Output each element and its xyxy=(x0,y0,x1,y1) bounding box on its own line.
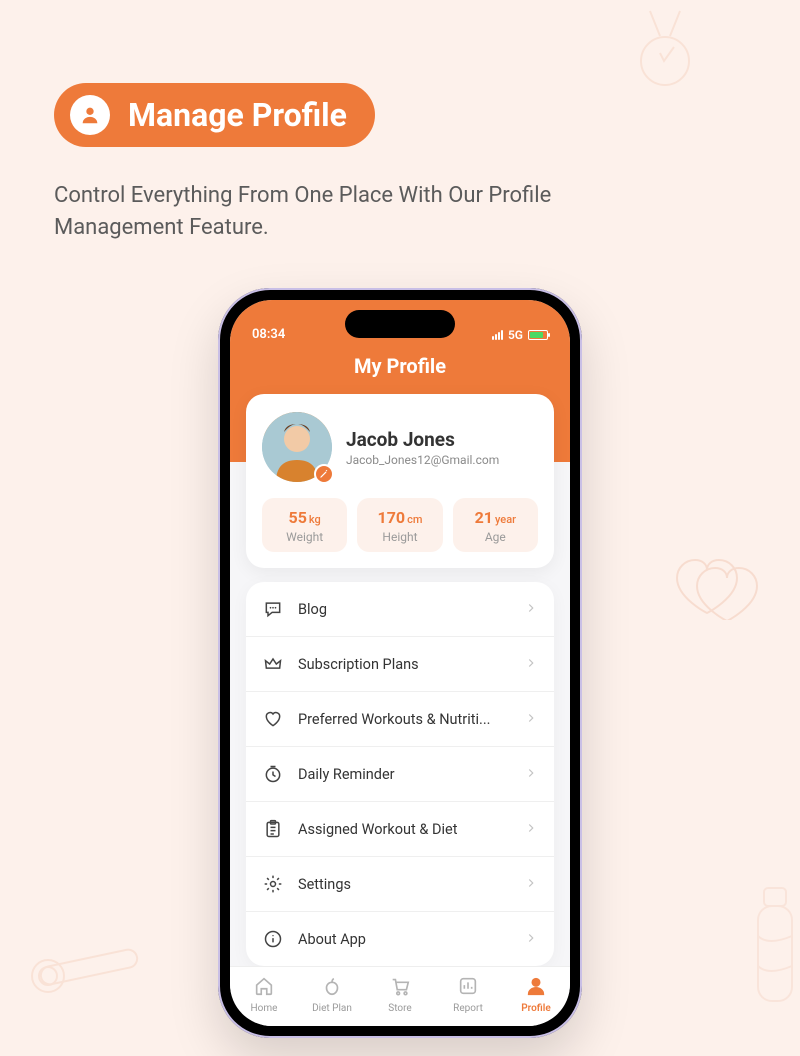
signal-icon xyxy=(492,330,503,340)
heart-icon xyxy=(262,708,284,730)
bottle-deco-icon xyxy=(730,876,800,1016)
profile-menu: Blog Subscription Plans Preferred Workouts… xyxy=(246,582,554,966)
chevron-right-icon xyxy=(524,930,538,949)
chevron-right-icon xyxy=(524,820,538,839)
mat-deco-icon xyxy=(24,936,154,1026)
stat-label: Age xyxy=(457,530,534,544)
chart-icon xyxy=(457,975,479,1001)
phone-screen: 08:34 5G My Profile xyxy=(230,300,570,1026)
menu-item-label: Preferred Workouts & Nutriti... xyxy=(298,711,510,728)
menu-item-label: Daily Reminder xyxy=(298,766,510,783)
feature-pill: Manage Profile xyxy=(54,83,375,147)
feature-subtitle: Control Everything From One Place With O… xyxy=(54,180,680,244)
person-icon xyxy=(525,975,547,1001)
stat-label: Height xyxy=(361,530,438,544)
profile-name: Jacob Jones xyxy=(346,428,499,451)
tab-label: Profile xyxy=(521,1003,551,1014)
menu-item-daily-reminder[interactable]: Daily Reminder xyxy=(246,747,554,802)
menu-item-settings[interactable]: Settings xyxy=(246,857,554,912)
stat-weight: 55kg Weight xyxy=(262,498,347,552)
feature-title: Manage Profile xyxy=(128,96,347,134)
tab-bar: Home Diet Plan Store Report Profile xyxy=(230,966,570,1026)
tab-label: Home xyxy=(251,1003,278,1014)
menu-item-label: Subscription Plans xyxy=(298,656,510,673)
stat-value: 21year xyxy=(457,508,534,527)
status-time: 08:34 xyxy=(252,327,285,342)
chat-icon xyxy=(262,598,284,620)
stat-value: 170cm xyxy=(361,508,438,527)
clipboard-icon xyxy=(262,818,284,840)
info-icon xyxy=(262,928,284,950)
apple-icon xyxy=(321,975,343,1001)
menu-item-assigned-workout-diet[interactable]: Assigned Workout & Diet xyxy=(246,802,554,857)
tab-store[interactable]: Store xyxy=(366,975,434,1014)
battery-icon xyxy=(528,330,548,340)
menu-item-label: About App xyxy=(298,931,510,948)
phone-frame: 08:34 5G My Profile xyxy=(218,288,582,1038)
tab-label: Store xyxy=(388,1003,411,1014)
chevron-right-icon xyxy=(524,655,538,674)
menu-item-blog[interactable]: Blog xyxy=(246,582,554,637)
stat-label: Weight xyxy=(266,530,343,544)
medal-deco-icon xyxy=(630,6,700,96)
heart-deco-icon xyxy=(670,540,760,620)
menu-item-label: Assigned Workout & Diet xyxy=(298,821,510,838)
edit-avatar-button[interactable] xyxy=(314,464,334,484)
crown-icon xyxy=(262,653,284,675)
menu-item-preferred-workouts-nutriti[interactable]: Preferred Workouts & Nutriti... xyxy=(246,692,554,747)
profile-stats: 55kg Weight 170cm Height 21year Age xyxy=(262,498,538,552)
network-label: 5G xyxy=(508,328,523,342)
chevron-right-icon xyxy=(524,875,538,894)
profile-badge-icon xyxy=(70,95,110,135)
menu-item-label: Blog xyxy=(298,601,510,618)
tab-profile[interactable]: Profile xyxy=(502,975,570,1014)
menu-item-about-app[interactable]: About App xyxy=(246,912,554,966)
gear-icon xyxy=(262,873,284,895)
avatar[interactable] xyxy=(262,412,332,482)
stat-height: 170cm Height xyxy=(357,498,442,552)
home-icon xyxy=(253,975,275,1001)
stat-age: 21year Age xyxy=(453,498,538,552)
profile-card: Jacob Jones Jacob_Jones12@Gmail.com 55kg… xyxy=(246,394,554,568)
cart-icon xyxy=(389,975,411,1001)
tab-label: Report xyxy=(453,1003,483,1014)
clock-icon xyxy=(262,763,284,785)
menu-item-subscription-plans[interactable]: Subscription Plans xyxy=(246,637,554,692)
menu-item-label: Settings xyxy=(298,876,510,893)
tab-home[interactable]: Home xyxy=(230,975,298,1014)
chevron-right-icon xyxy=(524,710,538,729)
profile-email: Jacob_Jones12@Gmail.com xyxy=(346,453,499,467)
chevron-right-icon xyxy=(524,765,538,784)
tab-label: Diet Plan xyxy=(312,1003,352,1014)
stat-value: 55kg xyxy=(266,508,343,527)
dynamic-island xyxy=(345,310,455,338)
chevron-right-icon xyxy=(524,600,538,619)
tab-report[interactable]: Report xyxy=(434,975,502,1014)
tab-diet-plan[interactable]: Diet Plan xyxy=(298,975,366,1014)
